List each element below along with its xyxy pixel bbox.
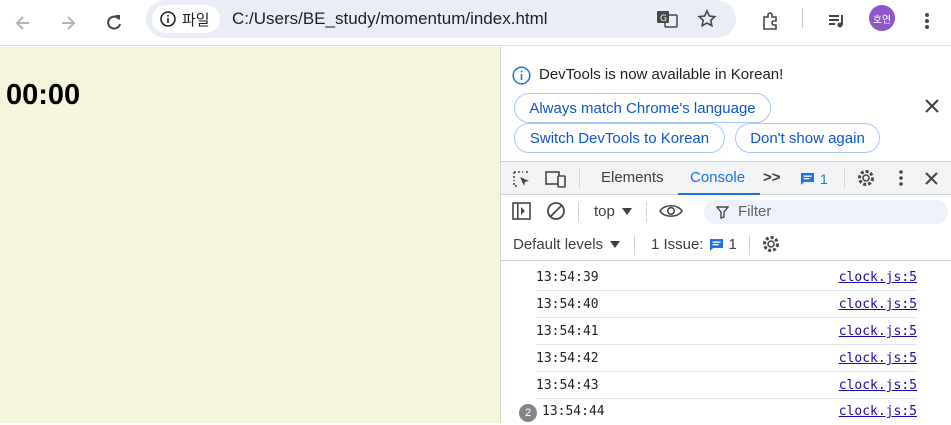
toolbar-divider xyxy=(634,235,635,255)
log-message: 13:54:39 xyxy=(536,270,599,285)
log-source-link[interactable]: clock.js:5 xyxy=(839,297,917,312)
reload-button[interactable] xyxy=(97,6,131,40)
tab-elements[interactable]: Elements xyxy=(601,169,664,186)
media-controls-button[interactable] xyxy=(820,4,854,38)
issues-count: 1 xyxy=(728,236,737,253)
site-chip-label: 파일 xyxy=(182,11,210,29)
language-infobar: DevTools is now available in Korean! Alw… xyxy=(501,47,951,161)
issues-label: 1 Issue: xyxy=(651,236,704,253)
toolbar-divider xyxy=(844,168,845,188)
toolbar-divider xyxy=(749,235,750,255)
tab-console[interactable]: Console xyxy=(690,169,745,186)
device-toolbar-icon[interactable] xyxy=(545,170,567,188)
translate-button[interactable]: G xyxy=(653,5,681,33)
kebab-menu-icon[interactable] xyxy=(898,169,904,187)
browser-toolbar: 파일 C:/Users/BE_study/momentum/index.html… xyxy=(0,0,951,46)
dont-show-again-button[interactable]: Don't show again xyxy=(735,123,880,153)
chrome-menu-button[interactable] xyxy=(910,4,944,38)
log-levels-dropdown[interactable]: Default levels xyxy=(513,236,621,253)
console-levels-bar: Default levels 1 Issue: 1 xyxy=(501,228,951,261)
more-tabs-button[interactable]: >> xyxy=(763,169,781,186)
console-log-row: 13:54:39 clock.js:5 xyxy=(536,264,917,291)
console-log-row: 13:54:44 clock.js:5 xyxy=(542,398,917,425)
filter-placeholder: Filter xyxy=(738,203,772,220)
switch-to-korean-button[interactable]: Switch DevTools to Korean xyxy=(514,123,725,153)
log-source-link[interactable]: clock.js:5 xyxy=(839,270,917,285)
profile-avatar[interactable]: 호연 xyxy=(869,5,895,31)
log-levels-label: Default levels xyxy=(513,236,604,253)
context-selector[interactable]: top xyxy=(594,203,632,220)
forward-button[interactable] xyxy=(51,6,85,40)
console-log-row: 13:54:40 clock.js:5 xyxy=(536,291,917,318)
toolbar-divider xyxy=(579,168,580,188)
svg-text:G: G xyxy=(660,14,667,24)
toolbar-divider xyxy=(578,202,579,222)
context-label: top xyxy=(594,203,615,220)
messages-counter[interactable]: 1 xyxy=(800,171,828,187)
page-viewport: 00:00 xyxy=(0,47,500,423)
clock-display: 00:00 xyxy=(6,79,81,111)
extensions-button[interactable] xyxy=(754,4,788,38)
toolbar-separator xyxy=(802,8,803,28)
log-message: 13:54:42 xyxy=(536,351,599,366)
console-settings-gear-icon[interactable] xyxy=(761,234,781,254)
console-filter-input[interactable]: Filter xyxy=(704,200,948,224)
inspect-element-icon[interactable] xyxy=(512,170,532,188)
arrow-left-icon xyxy=(15,16,29,30)
log-message: 13:54:41 xyxy=(536,324,599,339)
devtools-panel: DevTools is now available in Korean! Alw… xyxy=(500,47,951,423)
sidebar-toggle-icon[interactable] xyxy=(512,202,531,220)
issues-counter[interactable]: 1 Issue: 1 xyxy=(651,236,737,253)
repeat-count-badge: 2 xyxy=(519,404,537,422)
info-icon xyxy=(160,11,176,27)
log-message: 13:54:40 xyxy=(536,297,599,312)
puzzle-icon xyxy=(763,12,777,30)
dropdown-triangle-icon xyxy=(621,208,632,215)
star-icon xyxy=(697,9,717,28)
info-icon xyxy=(512,66,531,85)
settings-gear-icon[interactable] xyxy=(856,168,876,188)
log-message: 13:54:43 xyxy=(536,378,599,393)
translate-icon: G xyxy=(657,11,678,28)
devtools-tabbar: Elements Console >> 1 xyxy=(501,161,951,195)
playlist-icon xyxy=(829,15,843,28)
arrow-right-icon xyxy=(62,16,76,30)
filter-icon xyxy=(716,206,729,219)
back-button[interactable] xyxy=(6,6,40,40)
always-match-language-button[interactable]: Always match Chrome's language xyxy=(514,93,771,123)
log-source-link[interactable]: clock.js:5 xyxy=(839,378,917,393)
bookmark-button[interactable] xyxy=(693,5,721,33)
console-log-row: 13:54:41 clock.js:5 xyxy=(536,318,917,345)
messages-count: 1 xyxy=(820,171,828,187)
infobar-message: DevTools is now available in Korean! xyxy=(539,66,784,83)
url-text[interactable]: C:/Users/BE_study/momentum/index.html xyxy=(232,9,548,29)
message-icon xyxy=(801,173,814,185)
log-source-link[interactable]: clock.js:5 xyxy=(839,351,917,366)
reload-icon xyxy=(107,15,121,30)
console-log-row: 13:54:42 clock.js:5 xyxy=(536,345,917,372)
log-source-link[interactable]: clock.js:5 xyxy=(839,404,917,419)
site-info-chip[interactable]: 파일 xyxy=(152,5,220,33)
toolbar-divider xyxy=(646,202,647,222)
console-toolbar: top Filter xyxy=(501,195,951,228)
close-devtools-icon[interactable] xyxy=(924,171,939,186)
console-log-row: 13:54:43 clock.js:5 xyxy=(536,372,917,399)
dropdown-triangle-icon xyxy=(610,241,621,248)
clear-console-icon[interactable] xyxy=(546,201,566,221)
close-icon[interactable] xyxy=(924,98,940,114)
log-source-link[interactable]: clock.js:5 xyxy=(839,324,917,339)
kebab-menu-icon xyxy=(925,13,929,29)
eye-icon[interactable] xyxy=(659,202,683,220)
log-message: 13:54:44 xyxy=(542,404,605,419)
message-icon xyxy=(709,238,723,251)
address-bar[interactable]: 파일 C:/Users/BE_study/momentum/index.html… xyxy=(146,0,736,38)
